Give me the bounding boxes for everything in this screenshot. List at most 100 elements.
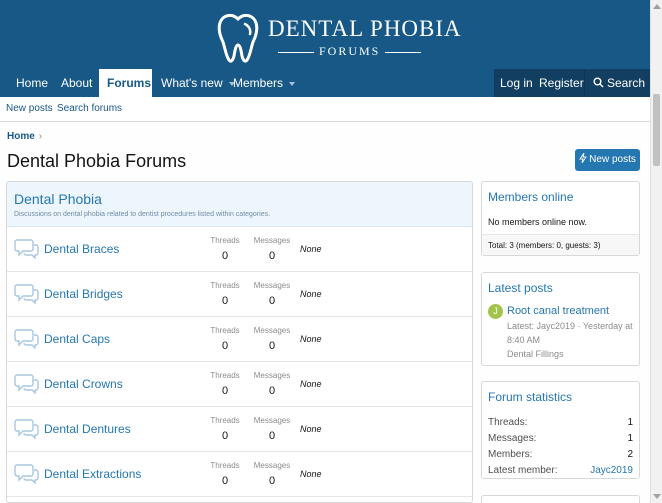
new-posts-button[interactable]: New posts xyxy=(575,149,640,171)
chevron-down-icon[interactable] xyxy=(289,81,296,86)
threads-count: 0 xyxy=(221,475,229,487)
members-online-total: Total: 3 (members: 0, guests: 3) xyxy=(488,241,601,250)
stat-threads-label: Threads: xyxy=(488,417,528,428)
scroll-up-icon[interactable] xyxy=(653,4,661,9)
threads-count: 0 xyxy=(221,340,229,352)
breadcrumb: Home › xyxy=(7,131,42,142)
threads-label: Threads xyxy=(210,281,240,290)
breadcrumb-separator: › xyxy=(38,131,43,142)
forum-node-title[interactable]: Dental Dentures xyxy=(44,422,131,436)
new-posts-button-label: New posts xyxy=(589,154,636,165)
latest-post-meta: Latest: Jayc2019 · Yesterday at xyxy=(507,321,633,331)
latest-post-title[interactable]: Root canal treatment xyxy=(507,305,609,317)
messages-label: Messages xyxy=(253,461,291,470)
threads-count: 0 xyxy=(221,385,229,397)
stat-members-value: 2 xyxy=(627,449,633,460)
latest-post-time[interactable]: 8:40 AM xyxy=(507,335,540,345)
threads-count: 0 xyxy=(221,295,229,307)
stat-threads-value: 1 xyxy=(627,417,633,428)
main-nav: Home About Forums What's new Members Log… xyxy=(0,69,650,99)
messages-count: 0 xyxy=(268,430,276,442)
forum-chat-icon xyxy=(14,464,39,484)
avatar[interactable]: J xyxy=(488,304,503,319)
breadcrumb-home[interactable]: Home xyxy=(7,131,35,142)
latest-posts-title[interactable]: Latest posts xyxy=(488,281,553,295)
forum-statistics-title[interactable]: Forum statistics xyxy=(488,390,572,404)
search-forums-link[interactable]: Search forums xyxy=(57,103,122,114)
sub-nav: New posts Search forums xyxy=(0,97,650,122)
messages-label: Messages xyxy=(253,416,291,425)
messages-count: 0 xyxy=(268,295,276,307)
scroll-down-icon[interactable] xyxy=(653,494,661,499)
forum-chat-icon xyxy=(14,329,39,349)
latest-posts-block: Latest posts J Root canal treatment Late… xyxy=(481,272,640,366)
bolt-icon xyxy=(579,153,587,163)
forum-chat-icon xyxy=(14,374,39,394)
threads-count: 0 xyxy=(221,250,229,262)
forum-node-title[interactable]: Dental Extractions xyxy=(44,467,141,481)
stat-latest-member-value[interactable]: Jayc2019 xyxy=(590,465,633,476)
forum-chat-icon xyxy=(14,239,39,259)
forum-node-title[interactable]: Dental Caps xyxy=(44,332,110,346)
search-icon xyxy=(593,77,604,88)
page-scrollbar[interactable] xyxy=(650,0,662,503)
threads-label: Threads xyxy=(210,326,240,335)
members-online-title[interactable]: Members online xyxy=(488,190,573,204)
tab-members[interactable]: Members xyxy=(225,69,303,97)
forum-node-title[interactable]: Dental Bridges xyxy=(44,287,123,301)
latest-post-none: None xyxy=(300,424,322,434)
threads-count: 0 xyxy=(221,430,229,442)
messages-label: Messages xyxy=(253,281,291,290)
stat-messages-value: 1 xyxy=(627,433,633,444)
login-link[interactable]: Log in xyxy=(500,69,533,97)
forum-statistics-block: Forum statistics Threads: 1 Messages: 1 … xyxy=(481,381,640,479)
latest-post-none: None xyxy=(300,334,322,344)
latest-post-none: None xyxy=(300,244,322,254)
forum-category-block: Dental Phobia Discussions on dental phob… xyxy=(6,181,473,503)
members-online-footer: Total: 3 (members: 0, guests: 3) xyxy=(482,234,639,255)
search-button[interactable]: Search xyxy=(584,69,650,97)
register-link[interactable]: Register xyxy=(539,69,584,97)
messages-count: 0 xyxy=(268,385,276,397)
category-header: Dental Phobia Discussions on dental phob… xyxy=(7,182,472,227)
latest-post-forum[interactable]: Dental Fillings xyxy=(507,349,564,359)
user-nav: Log in Register Search xyxy=(494,69,650,97)
threads-label: Threads xyxy=(210,371,240,380)
messages-count: 0 xyxy=(268,250,276,262)
forum-node-row: Dental Dentures Threads 0 Messages 0 None xyxy=(7,407,472,452)
latest-post-none: None xyxy=(300,289,322,299)
forum-node-row: Dental Extractions Threads 0 Messages 0 None xyxy=(7,452,472,497)
forum-node-title[interactable]: Dental Braces xyxy=(44,242,119,256)
stat-messages-label: Messages: xyxy=(488,433,537,444)
search-label: Search xyxy=(607,76,646,90)
messages-label: Messages xyxy=(253,236,291,245)
new-posts-link[interactable]: New posts xyxy=(6,103,53,114)
tab-about[interactable]: About xyxy=(53,69,100,97)
latest-post-none: None xyxy=(300,469,322,479)
forum-node-row: Dental Braces Threads 0 Messages 0 None xyxy=(7,227,472,272)
forum-chat-icon xyxy=(14,419,39,439)
messages-label: Messages xyxy=(253,326,291,335)
site-logo[interactable]: DENTAL PHOBIA FORUMS xyxy=(215,10,461,66)
threads-label: Threads xyxy=(210,461,240,470)
category-title[interactable]: Dental Phobia xyxy=(14,191,102,207)
tab-home[interactable]: Home xyxy=(8,69,56,97)
site-header: DENTAL PHOBIA FORUMS Home About Forums W… xyxy=(0,0,650,99)
tab-whats-new-label: What's new xyxy=(161,76,223,90)
scrollbar-thumb[interactable] xyxy=(653,94,660,166)
page-title: Dental Phobia Forums xyxy=(7,151,187,171)
tab-members-label: Members xyxy=(233,76,284,90)
logo-subtitle: FORUMS xyxy=(273,44,423,59)
threads-label: Threads xyxy=(210,236,240,245)
tab-forums[interactable]: Forums xyxy=(99,69,152,99)
forum-node-row: Dental Crowns Threads 0 Messages 0 None xyxy=(7,362,472,407)
members-online-block: Members online No members online now. To… xyxy=(481,181,640,256)
forum-chat-icon xyxy=(14,284,39,304)
stat-members-label: Members: xyxy=(488,449,533,460)
forum-node-row: Dental Caps Threads 0 Messages 0 None xyxy=(7,317,472,362)
threads-label: Threads xyxy=(210,416,240,425)
messages-count: 0 xyxy=(268,475,276,487)
forum-node-title[interactable]: Dental Crowns xyxy=(44,377,123,391)
messages-count: 0 xyxy=(268,340,276,352)
forum-node-row: Dental Bridges Threads 0 Messages 0 None xyxy=(7,272,472,317)
